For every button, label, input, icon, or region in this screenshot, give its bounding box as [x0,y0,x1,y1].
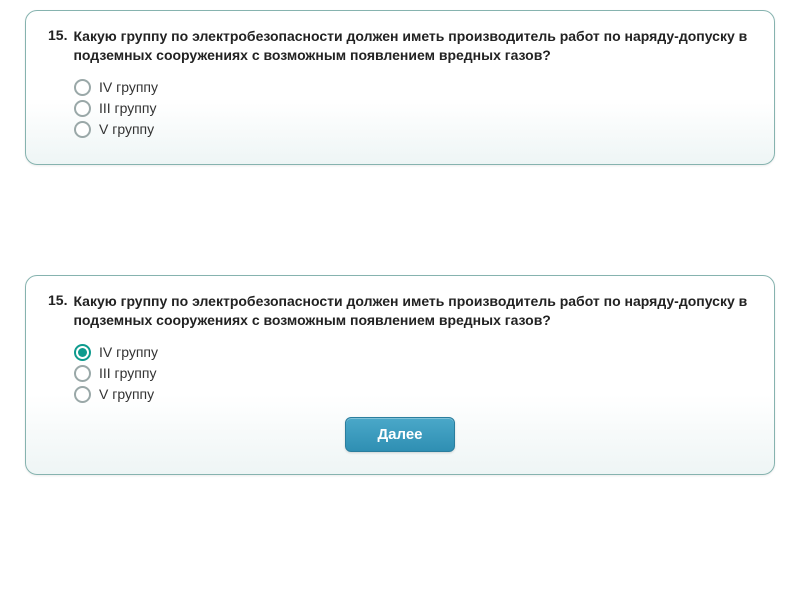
option-label: IV группу [99,79,158,95]
question-number: 15. [48,292,67,308]
radio-icon [74,100,91,117]
option-2[interactable]: III группу [74,100,752,117]
option-label: III группу [99,100,156,116]
option-1[interactable]: IV группу [74,344,752,361]
option-label: III группу [99,365,156,381]
radio-icon [74,121,91,138]
radio-icon-selected [74,344,91,361]
question-card-selected: 15. Какую группу по электробезопасности … [25,275,775,475]
question-header: 15. Какую группу по электробезопасности … [48,27,752,65]
button-row: Далее [48,417,752,452]
question-number: 15. [48,27,67,43]
option-2[interactable]: III группу [74,365,752,382]
radio-icon [74,79,91,96]
next-button[interactable]: Далее [345,417,455,452]
option-3[interactable]: V группу [74,121,752,138]
option-label: V группу [99,121,154,137]
option-label: IV группу [99,344,158,360]
question-text: Какую группу по электробезопасности долж… [73,27,752,65]
options-list: IV группу III группу V группу [48,344,752,403]
option-label: V группу [99,386,154,402]
radio-icon [74,386,91,403]
options-list: IV группу III группу V группу [48,79,752,138]
radio-icon [74,365,91,382]
option-3[interactable]: V группу [74,386,752,403]
option-1[interactable]: IV группу [74,79,752,96]
question-card-unselected: 15. Какую группу по электробезопасности … [25,10,775,165]
question-header: 15. Какую группу по электробезопасности … [48,292,752,330]
question-text: Какую группу по электробезопасности долж… [73,292,752,330]
